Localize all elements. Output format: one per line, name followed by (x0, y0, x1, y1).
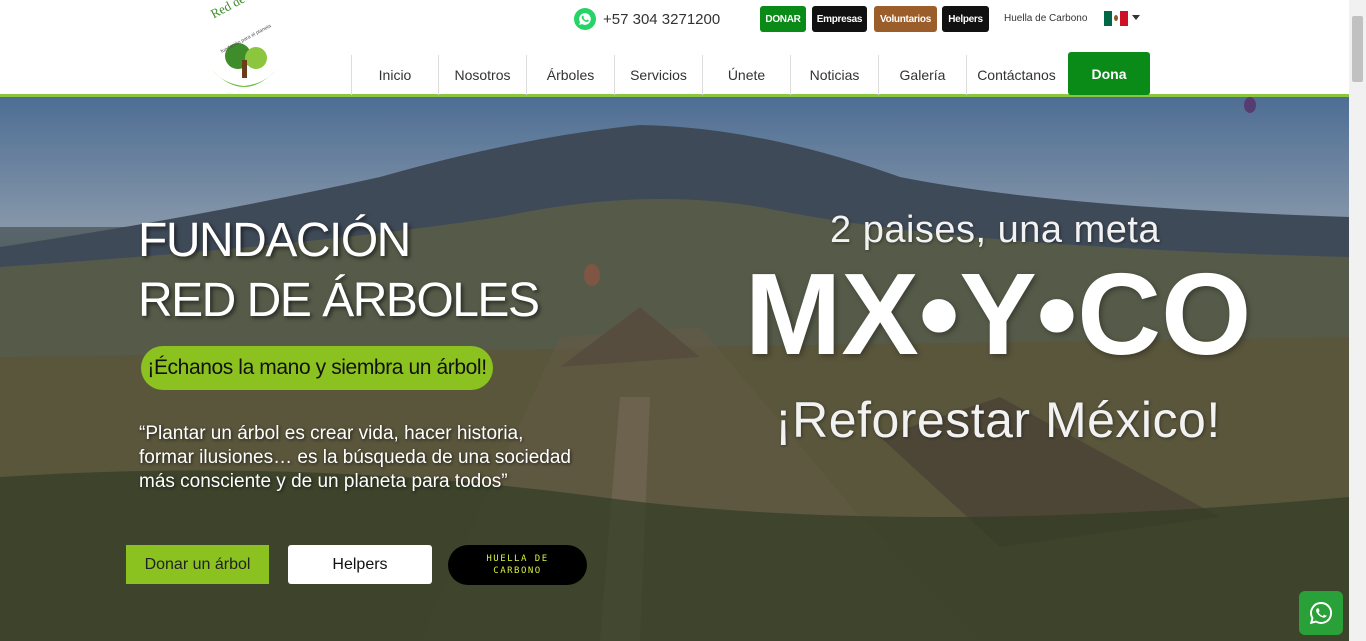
huella-button-line1: HUELLA DE (486, 554, 549, 564)
hero-title: FUNDACIÓN RED DE ÁRBOLES (138, 211, 540, 331)
whatsapp-icon[interactable] (574, 8, 596, 30)
mexico-flag-icon[interactable] (1104, 11, 1128, 26)
top-empresas-button[interactable]: Empresas (812, 6, 867, 32)
top-helpers-button[interactable]: Helpers (942, 6, 989, 32)
huella-carbono-link[interactable]: Huella de Carbono (1004, 13, 1087, 24)
hero-quote: “Plantar un árbol es crear vida, hacer h… (139, 423, 571, 492)
hero-title-line1: FUNDACIÓN (138, 214, 411, 267)
hero-slogan: 2 paises, una meta (830, 209, 1161, 251)
whatsapp-float-button[interactable] (1299, 591, 1343, 635)
hero-cta-pill: ¡Échanos la mano y siembra un árbol! (141, 346, 493, 390)
nav-item-galeria[interactable]: Galería (878, 55, 966, 95)
hero-reforestar-text: ¡Reforestar México! (775, 392, 1221, 448)
nav-item-arboles[interactable]: Árboles (526, 55, 614, 95)
contact-bar: +57 304 3271200 (574, 6, 720, 32)
language-dropdown-caret-icon[interactable] (1132, 15, 1140, 20)
nav-dona-button[interactable]: Dona (1068, 52, 1150, 95)
hero-mx-y-co: MX•Y•CO (744, 249, 1252, 379)
whatsapp-float-icon (1309, 602, 1333, 625)
main-nav: Inicio Nosotros Árboles Servicios Únete … (351, 55, 1066, 95)
nav-item-servicios[interactable]: Servicios (614, 55, 702, 95)
nav-item-unete[interactable]: Únete (702, 55, 790, 95)
nav-item-noticias[interactable]: Noticias (790, 55, 878, 95)
huella-carbono-button[interactable]: HUELLA DE CARBONO (448, 545, 587, 585)
top-voluntarios-button[interactable]: Voluntarios (874, 6, 937, 32)
huella-button-line2: CARBONO (493, 566, 542, 576)
phone-number[interactable]: +57 304 3271200 (603, 11, 720, 28)
top-donar-button[interactable]: DONAR (760, 6, 806, 32)
site-header: Red de Árboles fundación para el planeta… (0, 0, 1349, 98)
hero-banner: FUNDACIÓN RED DE ÁRBOLES ¡Échanos la man… (0, 97, 1349, 641)
page-scrollbar[interactable] (1349, 0, 1366, 641)
scrollbar-thumb[interactable] (1352, 16, 1363, 82)
nav-item-contactanos[interactable]: Contáctanos (966, 55, 1066, 95)
nav-item-nosotros[interactable]: Nosotros (438, 55, 526, 95)
hero-title-line2: RED DE ÁRBOLES (138, 274, 540, 327)
donar-arbol-button[interactable]: Donar un árbol (126, 545, 269, 584)
hero-helpers-button[interactable]: Helpers (288, 545, 432, 584)
nav-item-inicio[interactable]: Inicio (351, 55, 438, 95)
logo[interactable]: Red de Árboles fundación para el planeta (204, 0, 286, 98)
